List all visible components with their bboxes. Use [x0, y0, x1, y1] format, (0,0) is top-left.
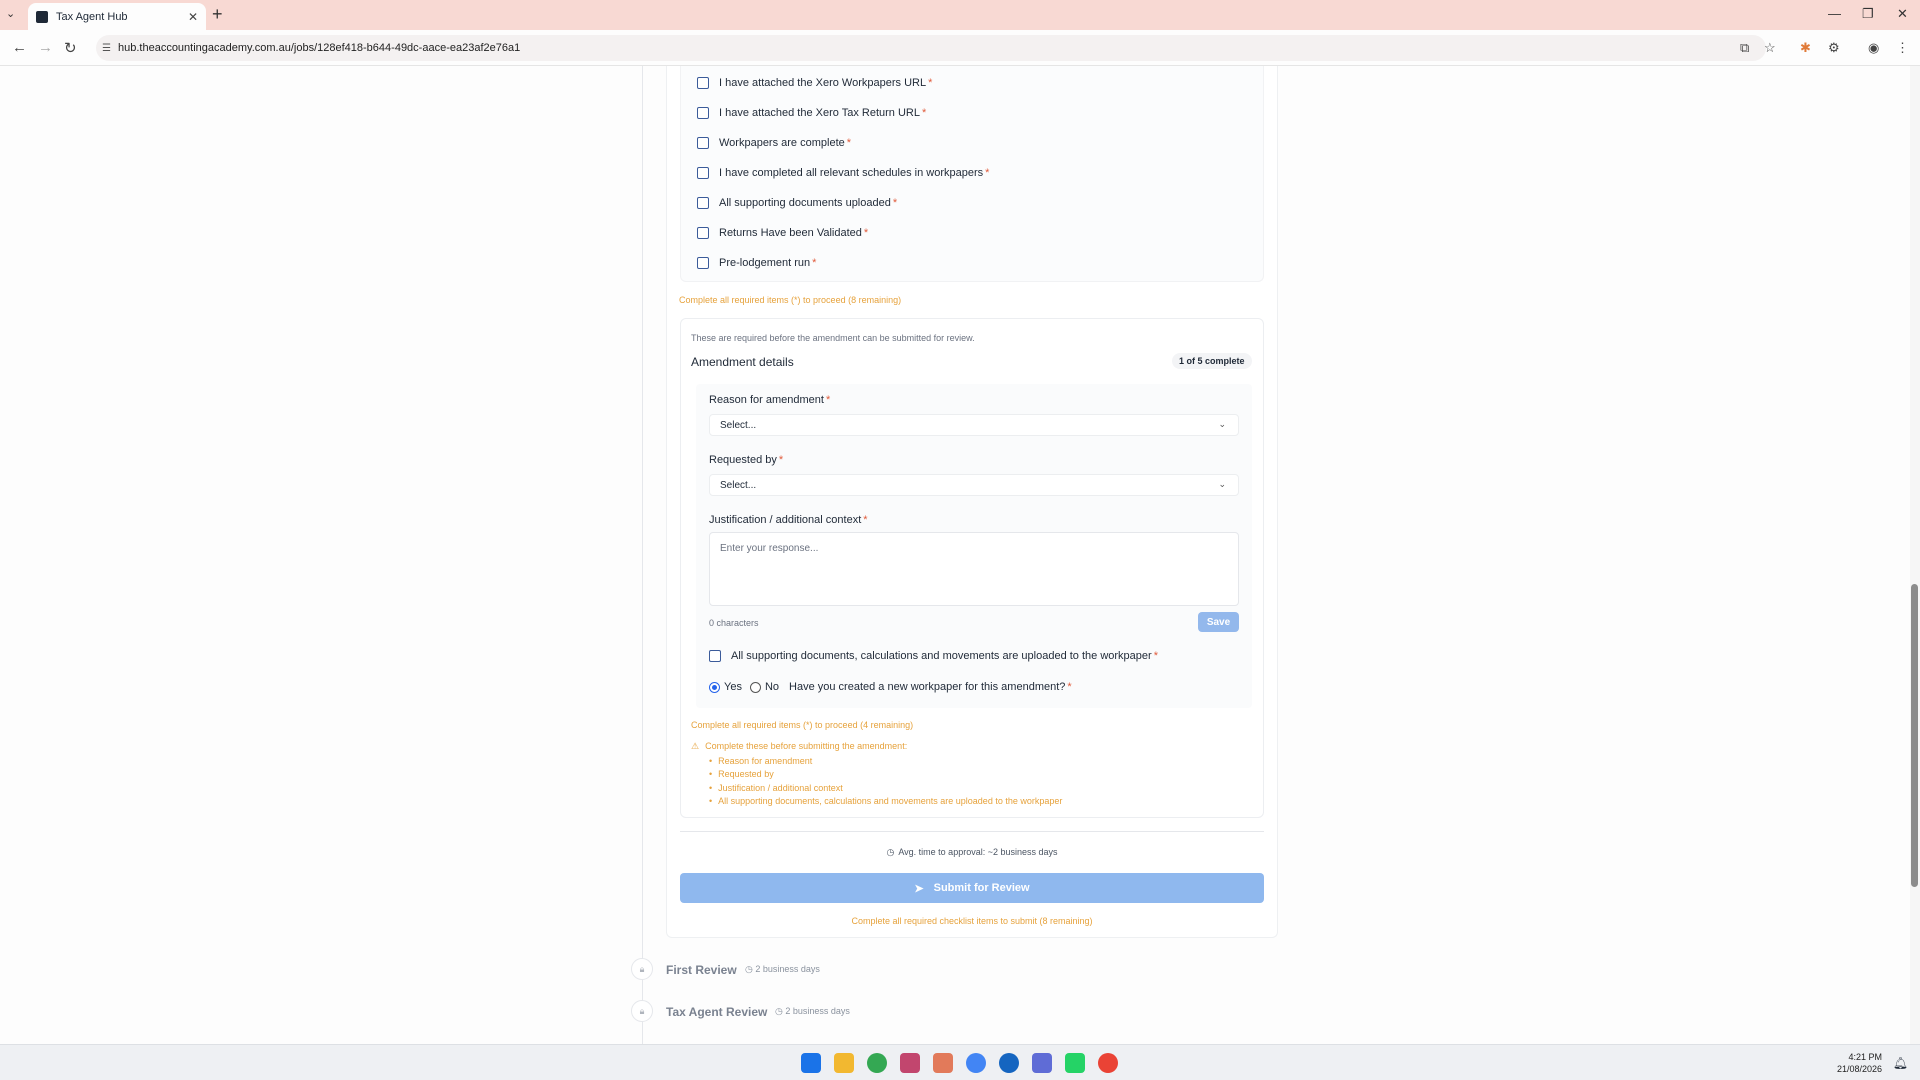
whatsapp-icon[interactable]	[1065, 1053, 1085, 1073]
radio-yes[interactable]	[709, 681, 720, 693]
checklist-warning: Complete all required items (*) to proce…	[679, 295, 902, 305]
checkbox[interactable]	[697, 137, 709, 149]
checklist-item[interactable]: Pre-lodgement run *	[697, 255, 816, 271]
step-lock-icon: 🔒︎	[631, 958, 653, 980]
submit-warning: Complete all required checklist items to…	[851, 916, 1093, 926]
send-icon: ➤	[914, 882, 924, 895]
reason-label: Reason for amendment *	[709, 394, 831, 406]
char-count: 0 characters	[709, 618, 759, 628]
checklist-item[interactable]: I have attached the Xero Tax Return URL *	[697, 105, 926, 121]
requested-by-select[interactable]: Select... ⌄	[709, 474, 1239, 496]
chrome-active-icon[interactable]	[1098, 1053, 1118, 1073]
submit-for-review-button[interactable]: ➤ Submit for Review	[680, 873, 1264, 903]
checklist-item[interactable]: I have completed all relevant schedules …	[697, 165, 989, 181]
scrollbar-track[interactable]	[1910, 66, 1920, 1044]
new-workpaper-radio-group: Yes No Have you created a new workpaper …	[709, 679, 1072, 695]
page-content: I have attached the Xero Workpapers URL *…	[0, 0, 1920, 1044]
chevron-down-icon: ⌄	[1218, 479, 1226, 489]
file-explorer-icon[interactable]	[834, 1053, 854, 1073]
clock-icon: ◷	[745, 964, 756, 974]
step-duration: ◷ 2 business days	[775, 1006, 850, 1016]
claude-icon[interactable]	[933, 1053, 953, 1073]
checkbox[interactable]	[709, 650, 721, 662]
checklist-item[interactable]: I have attached the Xero Workpapers URL *	[697, 75, 932, 91]
chrome-icon[interactable]	[867, 1053, 887, 1073]
save-button[interactable]: Save	[1198, 612, 1239, 632]
todo-item: Reason for amendment	[709, 756, 812, 766]
warning-triangle-icon: ⚠	[691, 741, 700, 751]
slack-icon[interactable]	[900, 1053, 920, 1073]
todo-item: Justification / additional context	[709, 783, 843, 793]
amendment-warning: Complete all required items (*) to proce…	[691, 720, 914, 730]
zoom-icon[interactable]	[999, 1053, 1019, 1073]
taskbar: 4:21 PM 21/08/2026 🔔︎	[0, 1044, 1920, 1080]
checkbox[interactable]	[697, 167, 709, 179]
step-duration: ◷ 2 business days	[745, 964, 820, 974]
radio-no[interactable]	[749, 681, 761, 693]
progress-badge: 1 of 5 complete	[1172, 353, 1252, 369]
scrollbar-thumb[interactable]	[1911, 584, 1918, 887]
step-first-review: First Review	[666, 963, 737, 977]
todo-title: ⚠ Complete these before submitting the am…	[691, 741, 908, 751]
avg-time: ◷ Avg. time to approval: ~2 business days	[886, 847, 1058, 857]
justification-label: Justification / additional context *	[709, 514, 868, 526]
windows-start-icon[interactable]	[801, 1053, 821, 1073]
requested-by-label: Requested by *	[709, 454, 784, 466]
justification-textarea[interactable]: Enter your response...	[709, 532, 1239, 606]
section-divider	[680, 831, 1264, 832]
checkbox[interactable]	[697, 77, 709, 89]
amendment-note: These are required before the amendment …	[691, 333, 975, 343]
checkbox[interactable]	[697, 197, 709, 209]
chevron-down-icon: ⌄	[1218, 419, 1226, 429]
checkbox[interactable]	[697, 227, 709, 239]
checkbox[interactable]	[697, 257, 709, 269]
step-lock-icon: 🔒︎	[631, 1000, 653, 1022]
step-tax-agent-review: Tax Agent Review	[666, 1005, 768, 1019]
reason-select[interactable]: Select... ⌄	[709, 414, 1239, 436]
todo-item: All supporting documents, calculations a…	[709, 796, 1062, 806]
app-icon[interactable]	[1032, 1053, 1052, 1073]
checkbox[interactable]	[697, 107, 709, 119]
docs-uploaded-checkbox-row[interactable]: All supporting documents, calculations a…	[709, 648, 1158, 664]
checklist-item[interactable]: Returns Have been Validated *	[697, 225, 868, 241]
notification-bell-icon[interactable]: 🔔︎	[1893, 1056, 1908, 1070]
checklist-item[interactable]: All supporting documents uploaded *	[697, 195, 897, 211]
todo-item: Requested by	[709, 769, 774, 779]
clock-icon: ◷	[775, 1006, 786, 1016]
timeline-line	[642, 66, 643, 1044]
chrome-profile-icon[interactable]	[966, 1053, 986, 1073]
amendment-title: Amendment details	[691, 355, 794, 369]
clock-icon: ◷	[886, 847, 895, 857]
system-clock[interactable]: 4:21 PM 21/08/2026	[1837, 1051, 1882, 1075]
checklist-item[interactable]: Workpapers are complete *	[697, 135, 851, 151]
